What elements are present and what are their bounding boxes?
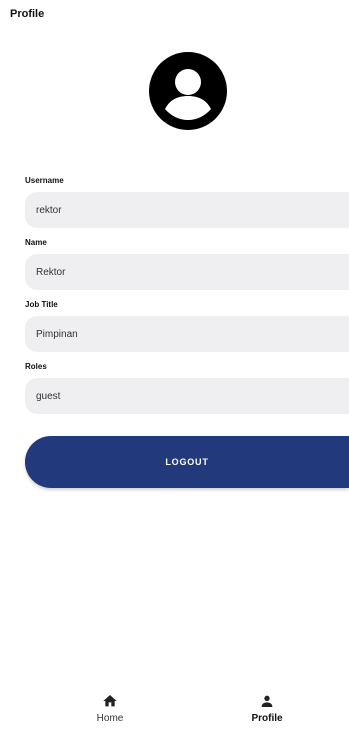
- job-title-label: Job Title: [25, 300, 58, 309]
- username-label: Username: [25, 176, 64, 185]
- bottom-navigation: Home Profile: [0, 685, 349, 745]
- nav-label-home: Home: [96, 713, 124, 724]
- job-title-field[interactable]: [25, 316, 349, 352]
- nav-item-profile[interactable]: Profile: [227, 693, 307, 733]
- roles-label: Roles: [25, 362, 47, 371]
- person-icon: [261, 695, 273, 707]
- nav-item-home[interactable]: Home: [70, 693, 150, 733]
- avatar: [148, 51, 228, 131]
- profile-form: Username Name Job Title Roles: [25, 176, 349, 424]
- account-circle-icon: [149, 52, 227, 130]
- name-label: Name: [25, 238, 47, 247]
- nav-label-profile: Profile: [251, 713, 283, 724]
- home-icon: [103, 695, 117, 707]
- name-field[interactable]: [25, 254, 349, 290]
- profile-screen: Profile Username Name Job Title Roles LO…: [0, 0, 349, 745]
- page-title: Profile: [10, 8, 45, 20]
- logout-button[interactable]: LOGOUT: [25, 436, 349, 488]
- roles-field[interactable]: [25, 378, 349, 414]
- username-field[interactable]: [25, 192, 349, 228]
